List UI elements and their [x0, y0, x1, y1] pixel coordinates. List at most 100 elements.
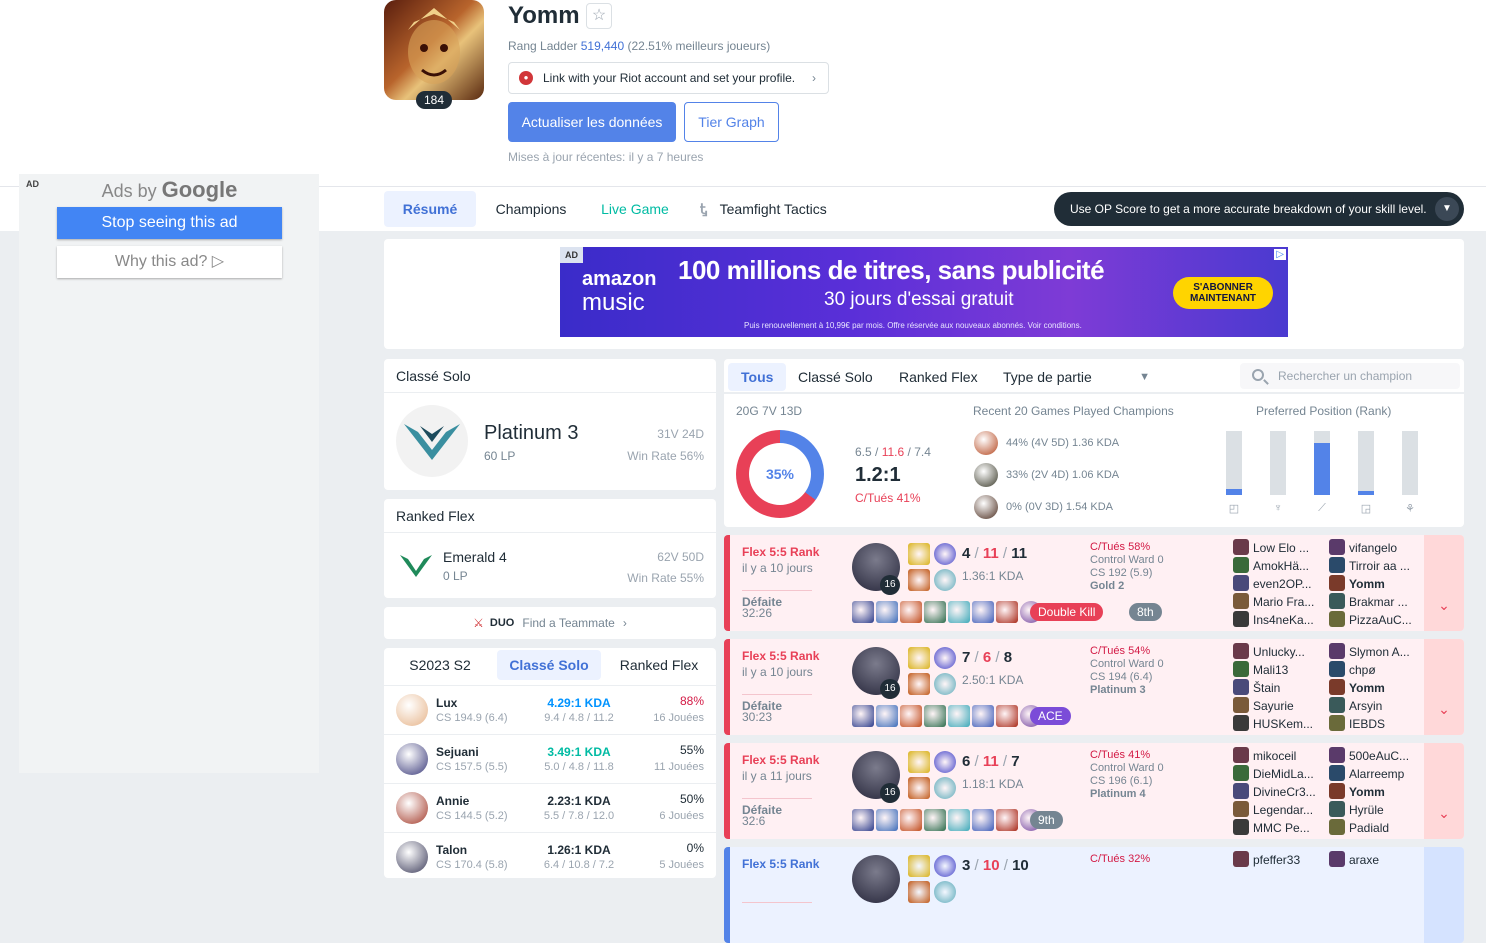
item-icon[interactable] — [972, 601, 994, 623]
item-icon[interactable] — [996, 601, 1018, 623]
rune-icon[interactable] — [934, 777, 956, 799]
item-icon[interactable] — [996, 809, 1018, 831]
team2-player[interactable]: Yomm — [1329, 679, 1385, 695]
team2-player[interactable]: 500eAuC... — [1329, 747, 1409, 763]
rune-icon[interactable] — [934, 569, 956, 591]
champion-portrait[interactable] — [852, 855, 900, 903]
adchoices-icon[interactable]: ▷ — [1274, 249, 1286, 260]
team1-player[interactable]: pfeffer33 — [1233, 851, 1300, 867]
summoner-spell-icon[interactable] — [908, 647, 930, 669]
team2-player[interactable]: Yomm — [1329, 783, 1385, 799]
item-icon[interactable] — [948, 601, 970, 623]
item-icon[interactable] — [900, 809, 922, 831]
team1-player[interactable]: Ins4neKa... — [1233, 611, 1314, 627]
team1-player[interactable]: even2OP... — [1233, 575, 1312, 591]
match-row[interactable]: Flex 5:5 Rank il y a 10 jours Défaite 30:23… — [724, 639, 1464, 735]
team2-player[interactable]: PizzaAuC... — [1329, 611, 1412, 627]
champion-row[interactable]: Lux CS 194.9 (6.4) 4.29:1 KDA 9.4 / 4.8 / 1… — [384, 685, 716, 734]
team1-player[interactable]: Mario Fra... — [1233, 593, 1314, 609]
jungle-icon[interactable]: ♆ — [1271, 502, 1285, 516]
summoner-spell-icon[interactable] — [908, 543, 930, 565]
support-icon[interactable]: ⚘ — [1403, 502, 1417, 516]
item-icon[interactable] — [852, 705, 874, 727]
team2-player[interactable]: Yomm — [1329, 575, 1385, 591]
ladder-rank-number[interactable]: 519,440 — [581, 39, 624, 53]
item-icon[interactable] — [924, 809, 946, 831]
summoner-spell-icon[interactable] — [908, 855, 930, 877]
team2-player[interactable]: Hyrüle — [1329, 801, 1384, 817]
item-icon[interactable] — [876, 809, 898, 831]
champion-row[interactable]: Talon CS 170.4 (5.8) 1.26:1 KDA 6.4 / 10.8 … — [384, 832, 716, 878]
item-icon[interactable] — [924, 601, 946, 623]
filter-ranked-flex[interactable]: Ranked Flex — [886, 363, 991, 391]
champion-row[interactable]: Annie CS 144.5 (5.2) 2.23:1 KDA 5.5 / 7.8 /… — [384, 783, 716, 832]
team1-player[interactable]: HUSKem... — [1233, 715, 1313, 731]
team2-player[interactable]: Alarreemp — [1329, 765, 1404, 781]
team2-player[interactable]: Padiald — [1329, 819, 1389, 835]
why-this-ad-button[interactable]: Why this ad? ▷ — [57, 246, 282, 278]
find-teammate-button[interactable]: ⚔ DUO Find a Teammate › — [384, 607, 716, 639]
team2-player[interactable]: Slymon A... — [1329, 643, 1410, 659]
team2-player[interactable]: IEBDS — [1329, 715, 1385, 731]
team1-player[interactable]: Unlucky... — [1233, 643, 1305, 659]
item-icon[interactable] — [972, 705, 994, 727]
game-type-dropdown[interactable]: Type de partie ▼ — [990, 363, 1150, 391]
tier-graph-button[interactable]: Tier Graph — [684, 102, 779, 142]
team1-player[interactable]: MMC Pe... — [1233, 819, 1310, 835]
item-icon[interactable] — [972, 809, 994, 831]
summoner-spell-icon[interactable] — [934, 543, 956, 565]
filter-all[interactable]: Tous — [728, 363, 787, 391]
item-icon[interactable] — [876, 601, 898, 623]
summoner-spell-icon[interactable] — [934, 855, 956, 877]
expand-match-chevron-icon[interactable]: ⌄ — [1424, 639, 1464, 735]
expand-match-chevron-icon[interactable]: ⌄ — [1424, 743, 1464, 839]
expand-match-chevron-icon[interactable]: ⌄ — [1424, 535, 1464, 631]
team1-player[interactable]: Sayurie — [1233, 697, 1294, 713]
tab-ranked-solo[interactable]: Classé Solo — [497, 650, 601, 680]
match-row[interactable]: Flex 5:5 Rank il y a 10 jours Défaite 32:26… — [724, 535, 1464, 631]
op-score-banner[interactable]: Use OP Score to get a more accurate brea… — [1054, 192, 1464, 226]
team2-player[interactable]: Brakmar ... — [1329, 593, 1408, 609]
item-icon[interactable] — [948, 705, 970, 727]
team1-player[interactable]: DieMidLa... — [1233, 765, 1314, 781]
subscribe-now-button[interactable]: S'ABONNER MAINTENANT — [1173, 277, 1273, 309]
bot-lane-icon[interactable]: ◲ — [1359, 502, 1373, 516]
chevron-down-icon[interactable]: ▼ — [1435, 197, 1459, 221]
expand-match-chevron-icon[interactable] — [1424, 847, 1464, 943]
rune-icon[interactable] — [934, 673, 956, 695]
riot-link-button[interactable]: ● Link with your Riot account and set yo… — [508, 62, 829, 94]
amazon-music-ad[interactable]: AD ▷ amazon music 100 millions de titres,… — [560, 247, 1288, 337]
item-icon[interactable] — [900, 601, 922, 623]
match-row[interactable]: Flex 5:5 Rank il y a 11 jours Défaite 32:6 1… — [724, 743, 1464, 839]
team2-player[interactable]: vifangelo — [1329, 539, 1397, 555]
summoner-spell-icon[interactable] — [908, 751, 930, 773]
champion-row[interactable]: Sejuani CS 157.5 (5.5) 3.49:1 KDA 5.0 / 4.8… — [384, 734, 716, 783]
tab-season[interactable]: S2023 S2 — [396, 650, 484, 680]
item-icon[interactable] — [996, 705, 1018, 727]
team1-player[interactable]: AmokHä... — [1233, 557, 1309, 573]
team1-player[interactable]: mikoceil — [1233, 747, 1296, 763]
team1-player[interactable]: Štain — [1233, 679, 1280, 695]
team2-player[interactable]: Tirroir aa ... — [1329, 557, 1410, 573]
team1-player[interactable]: Legendar... — [1233, 801, 1313, 817]
match-row[interactable]: Flex 5:5 Rank 3 / 10 / 10 C/Tués 32% pfeffe… — [724, 847, 1464, 943]
rune-icon[interactable] — [908, 881, 930, 903]
summoner-spell-icon[interactable] — [934, 751, 956, 773]
item-icon[interactable] — [900, 705, 922, 727]
tab-teamfight-tactics[interactable]: Ꮏ Teamfight Tactics — [700, 191, 850, 227]
favorite-star-icon[interactable]: ☆ — [586, 3, 612, 29]
rune-icon[interactable] — [908, 777, 930, 799]
summoner-spell-icon[interactable] — [934, 647, 956, 669]
item-icon[interactable] — [948, 809, 970, 831]
team1-player[interactable]: DivineCr3... — [1233, 783, 1316, 799]
team2-player[interactable]: Arsyin — [1329, 697, 1382, 713]
team2-player[interactable]: araxe — [1329, 851, 1379, 867]
rune-icon[interactable] — [908, 569, 930, 591]
tab-summary[interactable]: Résumé — [384, 191, 476, 227]
tab-champions[interactable]: Champions — [484, 191, 578, 227]
stop-seeing-ad-button[interactable]: Stop seeing this ad — [57, 207, 282, 239]
mid-lane-icon[interactable]: ⟋ — [1315, 502, 1329, 516]
item-icon[interactable] — [852, 809, 874, 831]
team2-player[interactable]: chpø — [1329, 661, 1376, 677]
tab-live-game[interactable]: Live Game — [592, 191, 678, 227]
